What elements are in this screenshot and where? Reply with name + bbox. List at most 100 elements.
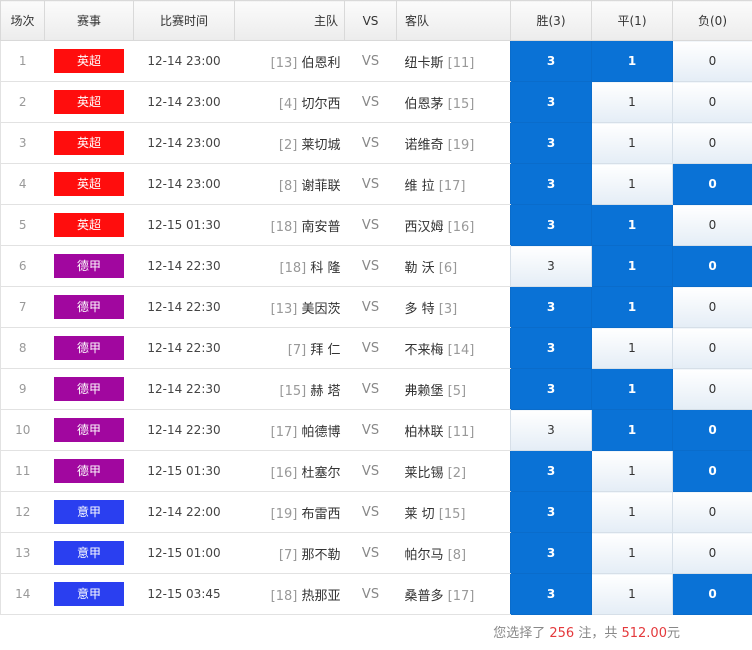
option-draw[interactable]: 1 (591, 286, 673, 328)
away-team-cell: 莱 切 [15] (396, 491, 511, 533)
header-away: 客队 (396, 0, 511, 41)
option-win[interactable]: 3 (510, 450, 592, 492)
option-draw[interactable]: 1 (591, 491, 673, 533)
league-badge[interactable]: 意甲 (54, 500, 124, 524)
league-badge[interactable]: 英超 (54, 49, 124, 73)
away-team: 柏林联 (404, 424, 444, 440)
league-badge[interactable]: 英超 (54, 213, 124, 237)
league-badge[interactable]: 英超 (54, 131, 124, 155)
table-row: 3 英超 12-14 23:00 [2] 莱切城 VS 诺维奇 [19] 3 1 0 (0, 122, 752, 164)
option-draw[interactable]: 1 (591, 409, 673, 451)
option-win[interactable]: 3 (510, 204, 592, 246)
option-lose[interactable]: 0 (672, 409, 752, 451)
option-draw[interactable]: 1 (591, 204, 673, 246)
table-row: 6 德甲 12-14 22:30 [18] 科 隆 VS 勒 沃 [6] 3 1 0 (0, 245, 752, 287)
option-lose[interactable]: 0 (672, 532, 752, 574)
option-lose[interactable]: 0 (672, 245, 752, 287)
table-row: 11 德甲 12-15 01:30 [16] 杜塞尔 VS 莱比锡 [2] 3 1 0 (0, 450, 752, 492)
league-badge[interactable]: 英超 (54, 172, 124, 196)
vs-label: VS (344, 327, 397, 369)
option-draw[interactable]: 1 (591, 368, 673, 410)
home-team: 布雷西 (301, 506, 341, 522)
home-team-cell: [8] 谢菲联 (234, 163, 345, 205)
league-badge[interactable]: 德甲 (54, 459, 124, 483)
home-rank: [13] (270, 55, 298, 71)
option-draw[interactable]: 1 (591, 327, 673, 369)
option-draw[interactable]: 1 (591, 163, 673, 205)
home-rank: [19] (270, 506, 298, 522)
league-badge[interactable]: 意甲 (54, 541, 124, 565)
option-draw[interactable]: 1 (591, 122, 673, 164)
league-badge[interactable]: 意甲 (54, 582, 124, 606)
away-rank: [15] (447, 96, 475, 112)
option-win[interactable]: 3 (510, 409, 592, 451)
away-team-cell: 西汉姆 [16] (396, 204, 511, 246)
header-vs: VS (344, 0, 397, 41)
option-lose[interactable]: 0 (672, 491, 752, 533)
option-win[interactable]: 3 (510, 122, 592, 164)
option-lose[interactable]: 0 (672, 573, 752, 615)
home-team-cell: [18] 热那亚 (234, 573, 345, 615)
option-lose[interactable]: 0 (672, 81, 752, 123)
league-badge[interactable]: 德甲 (54, 295, 124, 319)
away-team: 伯恩茅 (404, 96, 444, 112)
option-win[interactable]: 3 (510, 245, 592, 287)
away-team: 桑普多 (404, 588, 444, 604)
away-team-cell: 诺维奇 [19] (396, 122, 511, 164)
match-time: 12-14 22:30 (133, 368, 235, 410)
option-draw[interactable]: 1 (591, 450, 673, 492)
option-win[interactable]: 3 (510, 368, 592, 410)
league-badge[interactable]: 德甲 (54, 336, 124, 360)
header-lose: 负(0) (672, 0, 752, 41)
option-win[interactable]: 3 (510, 327, 592, 369)
option-win[interactable]: 3 (510, 81, 592, 123)
vs-label: VS (344, 163, 397, 205)
header-no: 场次 (0, 0, 45, 41)
match-no: 11 (0, 450, 45, 492)
match-no: 12 (0, 491, 45, 533)
table-row: 9 德甲 12-14 22:30 [15] 赫 塔 VS 弗赖堡 [5] 3 1 0 (0, 368, 752, 410)
league-badge[interactable]: 德甲 (54, 418, 124, 442)
match-table: 场次 赛事 比赛时间 主队 VS 客队 胜(3) 平(1) 负(0) 1 英超 12… (0, 0, 752, 615)
match-time: 12-14 22:00 (133, 491, 235, 533)
option-win[interactable]: 3 (510, 491, 592, 533)
option-draw[interactable]: 1 (591, 532, 673, 574)
away-team: 维 拉 (404, 178, 435, 194)
option-lose[interactable]: 0 (672, 368, 752, 410)
home-team-cell: [16] 杜塞尔 (234, 450, 345, 492)
away-rank: [19] (447, 137, 475, 153)
option-win[interactable]: 3 (510, 163, 592, 205)
match-no: 4 (0, 163, 45, 205)
option-draw[interactable]: 1 (591, 40, 673, 82)
home-team: 南安普 (301, 219, 341, 235)
option-lose[interactable]: 0 (672, 40, 752, 82)
option-lose[interactable]: 0 (672, 327, 752, 369)
option-lose[interactable]: 0 (672, 122, 752, 164)
match-time: 12-15 03:45 (133, 573, 235, 615)
selection-summary: 您选择了 256 注，共 512.00元 (0, 615, 752, 650)
home-rank: [18] (270, 219, 298, 235)
option-lose[interactable]: 0 (672, 450, 752, 492)
option-lose[interactable]: 0 (672, 286, 752, 328)
option-win[interactable]: 3 (510, 40, 592, 82)
league-badge[interactable]: 德甲 (54, 377, 124, 401)
total-amount: 512.00 (621, 626, 667, 641)
summary-suffix: 元 (666, 626, 680, 641)
league-badge[interactable]: 英超 (54, 90, 124, 114)
option-win[interactable]: 3 (510, 573, 592, 615)
vs-label: VS (344, 245, 397, 287)
league-badge[interactable]: 德甲 (54, 254, 124, 278)
match-time: 12-15 01:00 (133, 532, 235, 574)
option-win[interactable]: 3 (510, 286, 592, 328)
option-lose[interactable]: 0 (672, 163, 752, 205)
option-draw[interactable]: 1 (591, 245, 673, 287)
option-lose[interactable]: 0 (672, 204, 752, 246)
summary-prefix: 您选择了 (493, 626, 546, 641)
away-rank: [5] (447, 383, 467, 399)
league-cell: 德甲 (44, 450, 134, 492)
vs-label: VS (344, 532, 397, 574)
option-draw[interactable]: 1 (591, 81, 673, 123)
home-rank: [15] (279, 383, 307, 399)
option-win[interactable]: 3 (510, 532, 592, 574)
option-draw[interactable]: 1 (591, 573, 673, 615)
